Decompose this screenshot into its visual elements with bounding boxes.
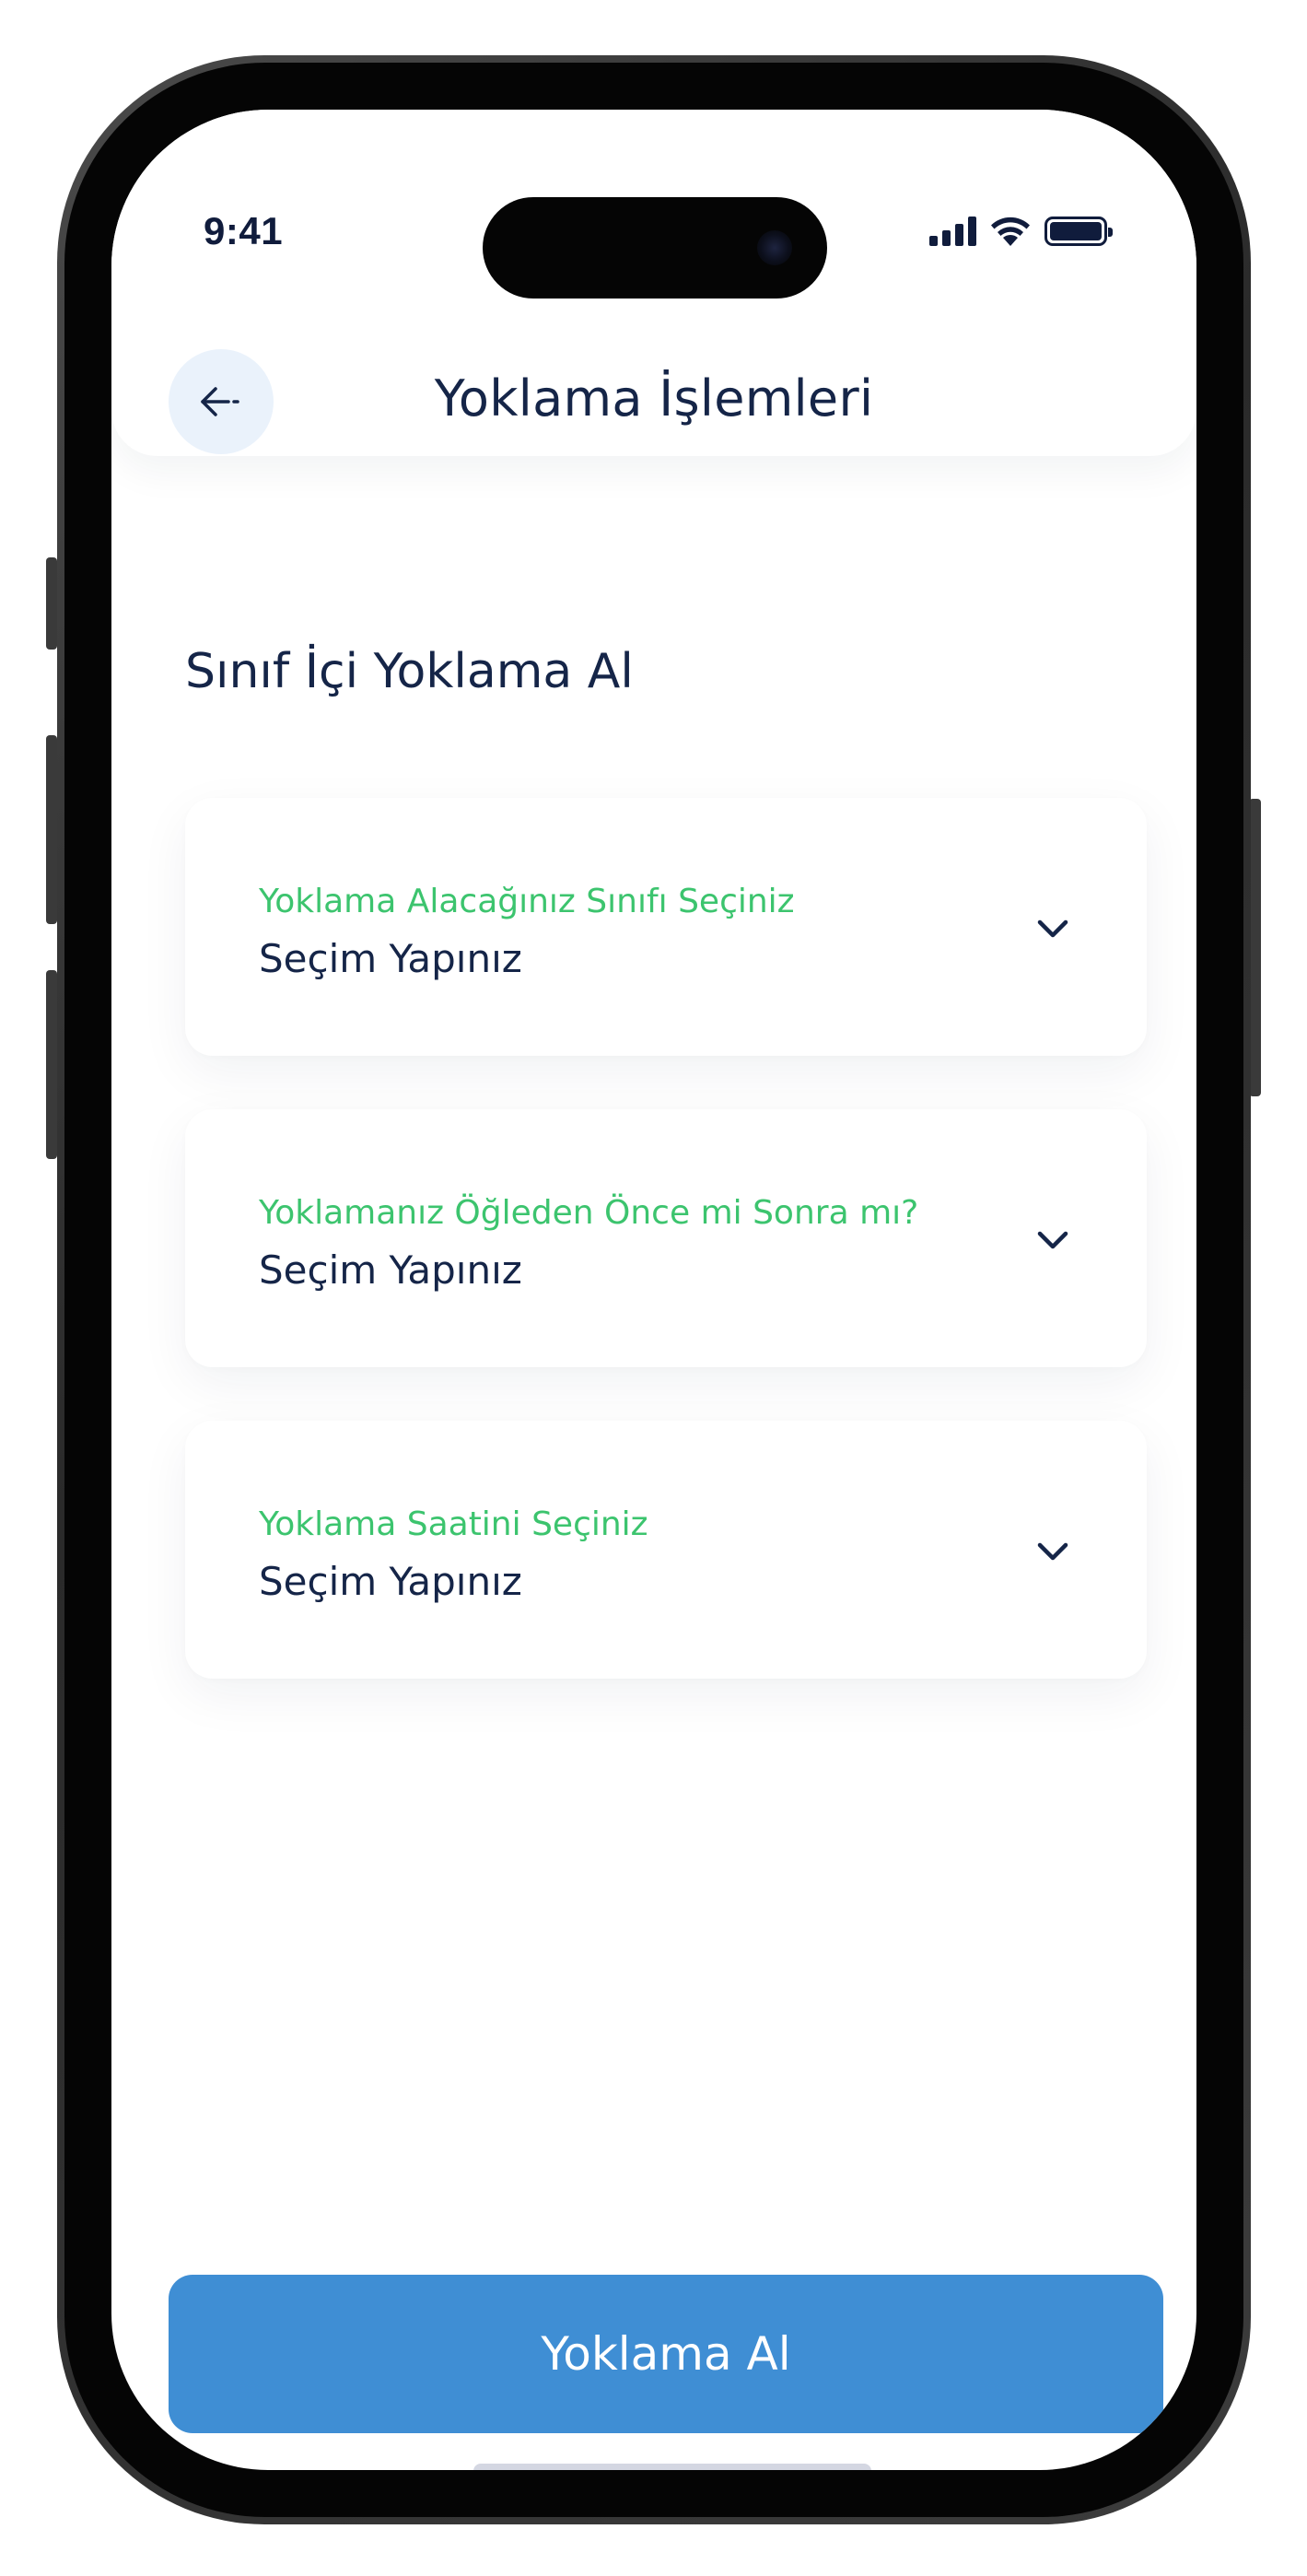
- home-indicator[interactable]: [473, 2464, 871, 2470]
- battery-cap: [1108, 228, 1113, 237]
- page-title: Yoklama İşlemleri: [434, 369, 874, 427]
- action-button: [46, 557, 57, 650]
- status-icons: [929, 213, 1113, 250]
- select-label: Yoklama Saatini Seçiniz: [259, 1505, 648, 1543]
- chevron-down-icon[interactable]: [1033, 1220, 1073, 1260]
- time-of-day-select[interactable]: Yoklamanız Öğleden Önce mi Sonra mı? Seç…: [185, 1109, 1147, 1367]
- select-label: Yoklama Alacağınız Sınıfı Seçiniz: [259, 883, 795, 920]
- dynamic-island: [483, 197, 827, 299]
- select-value: Seçim Yapınız: [259, 936, 522, 981]
- cellular-signal-icon: [929, 217, 976, 246]
- phone-frame: 9:41 Yoklama İşlemleri Sınıf İçi Yoklama…: [57, 55, 1251, 2524]
- class-select[interactable]: Yoklama Alacağınız Sınıfı Seçiniz Seçim …: [185, 798, 1147, 1056]
- hour-select[interactable]: Yoklama Saatini Seçiniz Seçim Yapınız: [185, 1421, 1147, 1679]
- front-camera: [757, 230, 792, 265]
- status-time: 9:41: [204, 209, 284, 252]
- select-value: Seçim Yapınız: [259, 1559, 522, 1604]
- wifi-icon: [991, 217, 1030, 246]
- volume-up-button: [46, 735, 57, 924]
- screen: 9:41 Yoklama İşlemleri Sınıf İçi Yoklama…: [111, 110, 1196, 2470]
- select-value: Seçim Yapınız: [259, 1247, 522, 1293]
- take-attendance-button[interactable]: Yoklama Al: [169, 2275, 1163, 2433]
- section-title: Sınıf İçi Yoklama Al: [185, 644, 634, 699]
- canvas: 9:41 Yoklama İşlemleri Sınıf İçi Yoklama…: [0, 0, 1307, 2576]
- volume-down-button: [46, 970, 57, 1159]
- header-card: 9:41 Yoklama İşlemleri: [111, 110, 1196, 456]
- select-label: Yoklamanız Öğleden Önce mi Sonra mı?: [259, 1194, 919, 1232]
- phone-bezel: 9:41 Yoklama İşlemleri Sınıf İçi Yoklama…: [64, 63, 1243, 2517]
- battery-level: [1050, 222, 1102, 240]
- chevron-down-icon[interactable]: [1033, 908, 1073, 949]
- battery-icon: [1044, 217, 1113, 246]
- chevron-down-icon[interactable]: [1033, 1531, 1073, 1572]
